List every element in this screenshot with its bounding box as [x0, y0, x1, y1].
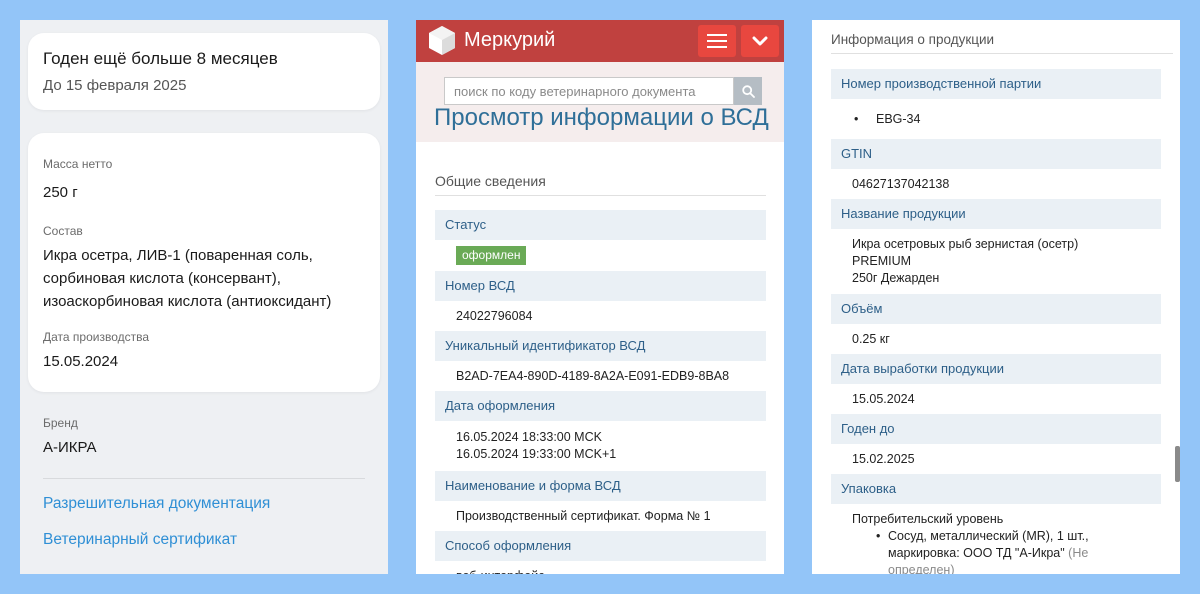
batch-cell: EBG-34 — [831, 99, 1161, 139]
composition-line-3: изоаскорбиновая кислота (антиоксидант) — [43, 293, 332, 310]
product-name-cell: Икра осетровых рыб зернистая (осетр) PRE… — [831, 229, 1161, 294]
vsd-details-table: Статус оформлен Номер ВСД 24022796084 Ун… — [435, 210, 766, 574]
mercury-vsd-panel: Меркурий Просмотр информации о ВСД Общие… — [416, 20, 784, 574]
expiry-label: Годен до — [831, 414, 1161, 444]
specs-card: Масса нетто 250 г Состав Икра осетра, ЛИ… — [28, 133, 380, 392]
status-label: Статус — [435, 210, 766, 240]
scrollbar-thumb[interactable] — [1175, 446, 1180, 482]
brand-value: А-ИКРА — [43, 439, 97, 456]
expiry-value: 15.02.2025 — [831, 444, 1161, 474]
packaging-cell: Потребительский уровень Сосуд, металличе… — [831, 504, 1161, 574]
general-section-title: Общие сведения — [435, 173, 546, 189]
vsd-number-label: Номер ВСД — [435, 271, 766, 301]
app-title: Меркурий — [464, 29, 556, 51]
divider — [43, 478, 365, 479]
net-weight-label: Масса нетто — [43, 157, 113, 171]
validity-until: До 15 февраля 2025 — [43, 77, 187, 94]
search-button[interactable] — [734, 77, 762, 105]
vsd-form-value: Производственный сертификат. Форма № 1 — [435, 501, 766, 531]
menu-button[interactable] — [698, 25, 736, 57]
app-header: Меркурий — [416, 20, 784, 62]
packaging-item: Сосуд, металлический (MR), 1 шт., маркир… — [874, 528, 1140, 574]
issue-date-msk1: 16.05.2024 19:33:00 MCK+1 — [456, 447, 617, 461]
volume-label: Объём — [831, 294, 1161, 324]
packaging-label: Упаковка — [831, 474, 1161, 504]
gtin-label: GTIN — [831, 139, 1161, 169]
vsd-uuid-label: Уникальный идентификатор ВСД — [435, 331, 766, 361]
vsd-form-label: Наименование и форма ВСД — [435, 471, 766, 501]
composition-line-2: сорбиновая кислота (консервант), — [43, 270, 281, 287]
product-info-panel: Годен ещё больше 8 месяцев До 15 февраля… — [20, 20, 388, 574]
production-date-label: Дата производства — [43, 330, 150, 344]
production-date-label: Дата выработки продукции — [831, 354, 1161, 384]
vsd-number-value: 24022796084 — [435, 301, 766, 331]
packaging-level: Потребительский уровень — [852, 512, 1004, 526]
permit-docs-link[interactable]: Разрешительная документация — [43, 495, 270, 513]
gtin-value: 04627137042138 — [831, 169, 1161, 199]
mercury-logo-icon — [429, 26, 455, 55]
issue-date-cell: 16.05.2024 18:33:00 MCK 16.05.2024 19:33… — [435, 421, 766, 471]
page-title: Просмотр информации о ВСД — [434, 104, 769, 131]
product-name-line-2: 250г Дежарден — [852, 271, 940, 285]
composition-line-1: Икра осетра, ЛИВ-1 (поваренная соль, — [43, 247, 313, 264]
product-details-table: Номер производственной партии EBG-34 GTI… — [831, 69, 1161, 574]
status-badge: оформлен — [456, 246, 527, 265]
packaging-line-2: маркировка: ООО ТД "А-Икра" — [888, 546, 1065, 560]
expand-button[interactable] — [741, 25, 779, 57]
hamburger-icon — [707, 34, 727, 48]
search-icon — [741, 84, 755, 98]
product-section-title: Информация о продукции — [831, 32, 995, 47]
issue-date-label: Дата оформления — [435, 391, 766, 421]
status-cell: оформлен — [435, 240, 766, 271]
validity-card: Годен ещё больше 8 месяцев До 15 февраля… — [28, 33, 380, 110]
production-date-value: 15.05.2024 — [831, 384, 1161, 414]
batch-value: EBG-34 — [852, 111, 1140, 128]
net-weight-value: 250 г — [43, 184, 78, 201]
issue-date-msk: 16.05.2024 18:33:00 MCK — [456, 430, 602, 444]
validity-title: Годен ещё больше 8 месяцев — [43, 49, 278, 68]
packaging-undefined-2: определен) — [888, 563, 955, 574]
product-name-label: Название продукции — [831, 199, 1161, 229]
section-divider — [435, 195, 766, 196]
production-date-value: 15.05.2024 — [43, 353, 119, 370]
brand-block: Бренд А-ИКРА — [43, 416, 365, 459]
packaging-undefined: (Не — [1068, 546, 1089, 560]
issue-method-label: Способ оформления — [435, 531, 766, 561]
vsd-uuid-value: B2AD-7EA4-890D-4189-8A2A-E091-EDB9-8BA8 — [435, 361, 766, 391]
product-details-panel: Информация о продукции Номер производств… — [812, 20, 1180, 574]
product-name-line-1: Икра осетровых рыб зернистая (осетр) PRE… — [852, 237, 1079, 268]
vet-certificate-link[interactable]: Ветеринарный сертификат — [43, 531, 237, 549]
composition-label: Состав — [43, 224, 83, 238]
batch-label: Номер производственной партии — [831, 69, 1161, 99]
packaging-line-1: Сосуд, металлический (MR), 1 шт., — [888, 529, 1089, 543]
issue-method-value: веб-интерфейс — [435, 561, 766, 574]
vsd-search-input[interactable] — [444, 77, 734, 105]
brand-label: Бренд — [43, 416, 78, 430]
chevron-down-icon — [752, 36, 768, 46]
section-divider — [831, 53, 1173, 54]
volume-value: 0.25 кг — [831, 324, 1161, 354]
